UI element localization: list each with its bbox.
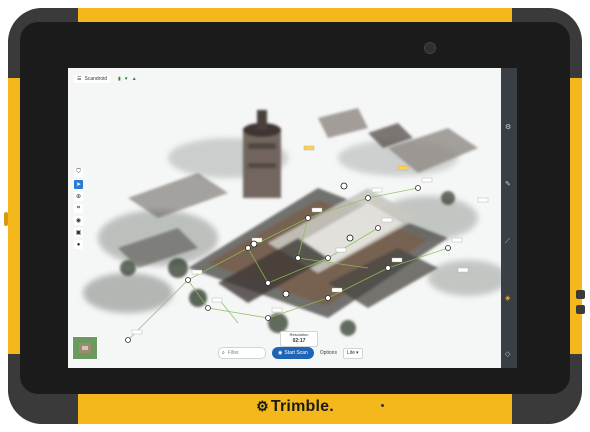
side-button[interactable]	[4, 212, 8, 226]
scan-info-value: 02:17	[292, 338, 306, 344]
camera-tool-icon[interactable]: ▣	[74, 228, 83, 237]
measure-tool-icon[interactable]: ⊕	[74, 192, 83, 201]
list-icon: ☰	[77, 76, 82, 82]
location-icon: ♥	[124, 76, 128, 82]
select-tool-icon[interactable]: ➤	[74, 180, 83, 189]
tablet-device: ⚙ Trimble. ☰ Scandroid ▮ ♥ ▲ ⛉ ➤ ⊕ ⌗ ◉ ▣…	[0, 0, 590, 432]
shield-tool-icon[interactable]: ⛉	[74, 168, 83, 177]
chevron-down-icon: ▾	[356, 350, 359, 356]
options-label[interactable]: Options	[320, 350, 337, 356]
ruler-icon[interactable]: ⟋	[505, 238, 510, 246]
minimap[interactable]	[72, 336, 98, 360]
brand-name: Trimble.	[270, 398, 334, 415]
mode-dropdown[interactable]: Lite ▾	[342, 347, 363, 359]
status-indicators: ▮ ♥ ▲	[118, 76, 137, 82]
scan-icon: ◉	[278, 350, 283, 356]
app-title-bar[interactable]: ☰ Scandroid	[74, 75, 110, 83]
camera-icon	[424, 42, 436, 54]
point-cloud-scene	[83, 108, 508, 343]
app-screen: ☰ Scandroid ▮ ♥ ▲ ⛉ ➤ ⊕ ⌗ ◉ ▣ ● ⚙ ✎ ⟋ ◈ …	[68, 68, 517, 368]
search-icon: ⌕	[222, 350, 225, 356]
filter-input[interactable]: ⌕ Filter	[218, 347, 266, 359]
point-cloud-view[interactable]	[68, 68, 517, 368]
left-toolbar: ⛉ ➤ ⊕ ⌗ ◉ ▣ ●	[74, 168, 84, 249]
trimble-mark-icon: ⚙	[256, 398, 269, 414]
start-scan-button[interactable]: ◉ Start Scan	[272, 347, 314, 359]
point-tool-icon[interactable]: ●	[74, 240, 83, 249]
bottom-toolbar: ⌕ Filter ◉ Start Scan Options Lite ▾	[218, 346, 363, 360]
mode-value: Lite	[346, 350, 356, 356]
scan-info-panel: Resolution 02:17	[280, 331, 318, 347]
settings-icon[interactable]: ⚙	[505, 123, 511, 131]
crop-tool-icon[interactable]: ⌗	[74, 204, 83, 213]
edit-icon[interactable]: ✎	[505, 180, 511, 188]
nav-icon[interactable]: ◇	[505, 350, 510, 358]
battery-icon: ▮	[118, 76, 121, 82]
layers-tool-icon[interactable]: ◉	[74, 216, 83, 225]
highlight-icon[interactable]: ◈	[505, 294, 510, 302]
app-title: Scandroid	[84, 76, 107, 82]
start-scan-label: Start Scan	[284, 350, 308, 356]
signal-icon: ▲	[131, 76, 137, 82]
hardware-key[interactable]	[576, 290, 585, 299]
hardware-key[interactable]	[576, 305, 585, 314]
brand-logo: ⚙ Trimble.	[0, 398, 590, 416]
right-rail: ⚙ ✎ ⟋ ◈ ◇	[501, 68, 517, 368]
filter-placeholder: Filter	[227, 350, 239, 356]
minimap-image	[73, 337, 97, 359]
microphone-icon	[381, 404, 384, 407]
